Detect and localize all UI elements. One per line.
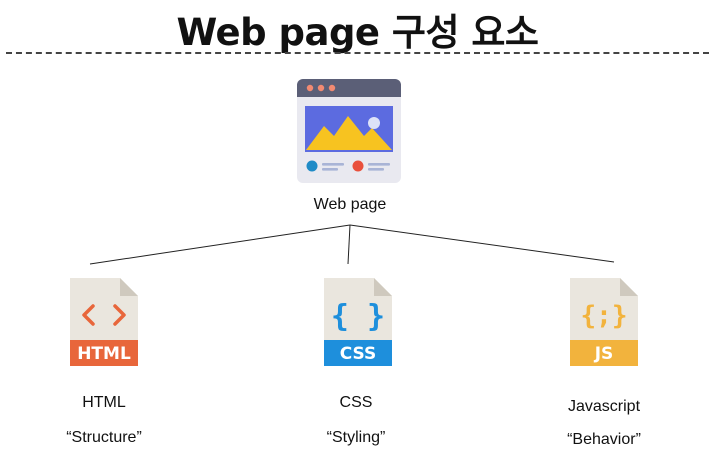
svg-text:{;}: {;} xyxy=(581,301,628,331)
js-role: “Behavior” xyxy=(567,431,641,448)
root-label: Web page xyxy=(313,196,387,213)
connector-css xyxy=(347,224,351,265)
js-icon-text: JS xyxy=(594,344,614,364)
connector-html xyxy=(89,224,351,265)
svg-text:{ }: { } xyxy=(331,299,385,334)
css-file-icon: { } CSS xyxy=(324,278,392,366)
js-file-icon: {;} JS xyxy=(570,278,638,366)
html-role: “Structure” xyxy=(66,429,142,446)
html-icon-text: HTML xyxy=(77,344,131,364)
css-role: “Styling” xyxy=(326,429,386,446)
html-label: HTML xyxy=(82,394,126,411)
css-icon-text: CSS xyxy=(340,344,377,364)
js-label: Javascript xyxy=(567,398,641,415)
connector-lines xyxy=(89,224,615,265)
html-file-icon: HTML xyxy=(70,278,138,366)
connector-js xyxy=(349,224,615,263)
web-page-icon xyxy=(297,79,401,183)
css-label: CSS xyxy=(339,394,373,411)
